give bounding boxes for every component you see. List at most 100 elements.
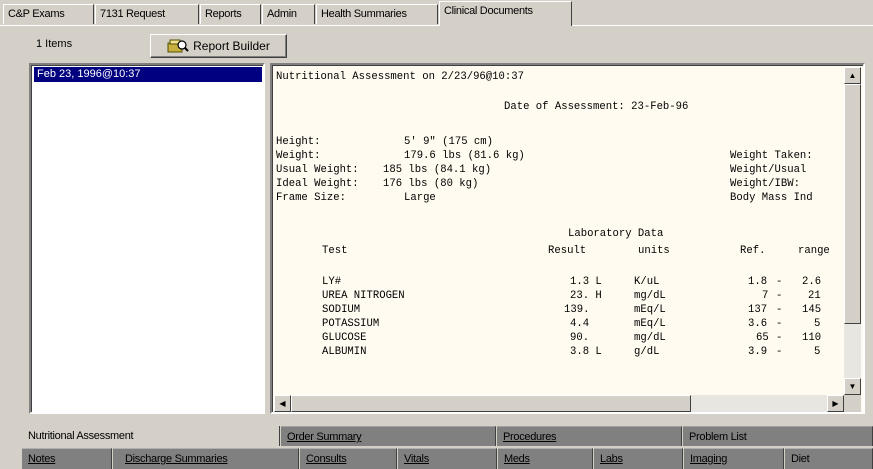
lab-dash: - xyxy=(776,290,783,302)
measure-right: Weight Taken: xyxy=(730,150,813,162)
lab-col-units: units xyxy=(638,245,670,257)
items-count-label: 1 Items xyxy=(36,38,73,50)
scroll-down-button[interactable]: ▼ xyxy=(844,378,861,395)
tab-imaging[interactable]: Imaging xyxy=(684,448,784,469)
tab-label: Order Summary xyxy=(287,431,362,443)
lab-ref-low: 3.6 xyxy=(748,318,768,330)
lab-test: SODIUM xyxy=(322,304,361,316)
lab-ref-low: 3.9 xyxy=(748,346,768,358)
report-builder-button[interactable]: Report Builder xyxy=(150,34,287,58)
tab-clinical-documents[interactable]: Clinical Documents xyxy=(439,1,572,26)
tab-diet[interactable]: Diet xyxy=(785,448,873,469)
tab-7131-request[interactable]: 7131 Request xyxy=(95,4,199,24)
tab-label: Labs xyxy=(600,453,623,465)
tab-problem-list[interactable]: Problem List xyxy=(683,426,873,446)
vertical-scrollbar[interactable]: ▲ ▼ xyxy=(844,67,861,395)
lab-units: mEq/L xyxy=(634,304,666,316)
tab-admin[interactable]: Admin xyxy=(262,4,315,24)
lab-result: 23. H xyxy=(570,290,602,302)
tab-meds[interactable]: Meds xyxy=(498,448,593,469)
measure-value: 176 lbs (80 kg) xyxy=(383,178,479,190)
horizontal-scroll-thumb[interactable] xyxy=(291,395,691,412)
tab-reports[interactable]: Reports xyxy=(200,4,261,24)
lab-ref-high: 5 xyxy=(814,346,821,358)
scroll-up-button[interactable]: ▲ xyxy=(844,67,861,84)
tab-nutritional-assessment[interactable]: Nutritional Assessment xyxy=(22,426,280,446)
arrow-down-icon: ▼ xyxy=(848,382,857,391)
measure-value: Large xyxy=(404,192,436,204)
lab-dash: - xyxy=(776,318,783,330)
lab-dash: - xyxy=(776,276,783,288)
tab-label: Procedures xyxy=(503,431,557,443)
measure-value: 5' 9" (175 cm) xyxy=(404,136,494,148)
lab-ref-high: 2.6 xyxy=(802,276,822,288)
lab-dash: - xyxy=(776,304,783,316)
lab-result: 1.3 L xyxy=(570,276,602,288)
tab-discharge-summaries[interactable]: Discharge Summaries xyxy=(113,448,299,469)
arrow-left-icon: ◀ xyxy=(279,399,286,408)
measure-label: Frame Size: xyxy=(276,192,346,204)
lab-col-ref: Ref. xyxy=(740,245,766,257)
document-viewer[interactable]: Nutritional Assessment on 2/23/96@10:37 … xyxy=(270,63,865,414)
lab-test: GLUCOSE xyxy=(322,332,367,344)
measure-label: Ideal Weight: xyxy=(276,178,359,190)
tab-label: Imaging xyxy=(690,453,728,465)
lab-dash: - xyxy=(776,346,783,358)
document-title: Nutritional Assessment on 2/23/96@10:37 xyxy=(276,71,524,83)
lab-units: mEq/L xyxy=(634,318,666,330)
measure-right: Weight/IBW: xyxy=(730,178,800,190)
lab-result: 3.8 L xyxy=(570,346,602,358)
measure-label: Usual Weight: xyxy=(276,164,359,176)
scroll-left-button[interactable]: ◀ xyxy=(274,395,291,412)
report-builder-icon xyxy=(167,37,189,56)
tab-vitals[interactable]: Vitals xyxy=(398,448,497,469)
tab-health-summaries[interactable]: Health Summaries xyxy=(316,4,438,24)
tab-cp-exams[interactable]: C&P Exams xyxy=(3,4,94,24)
lab-test: POTASSIUM xyxy=(322,318,380,330)
tab-label: Problem List xyxy=(689,431,747,443)
scroll-right-button[interactable]: ▶ xyxy=(827,395,844,412)
horizontal-scrollbar[interactable]: ◀ ▶ xyxy=(274,395,844,412)
tab-label: Notes xyxy=(28,453,56,465)
lab-col-test: Test xyxy=(322,245,348,257)
tab-consults[interactable]: Consults xyxy=(300,448,397,469)
lab-ref-low: 1.8 xyxy=(748,276,768,288)
measure-value: 185 lbs (84.1 kg) xyxy=(383,164,492,176)
lab-dash: - xyxy=(776,332,783,344)
list-item[interactable]: Feb 23, 1996@10:37 xyxy=(34,67,262,82)
document-list[interactable]: Feb 23, 1996@10:37 xyxy=(29,63,265,414)
tab-notes[interactable]: Notes xyxy=(22,448,112,469)
measure-label: Weight: xyxy=(276,150,321,162)
tab-label: Meds xyxy=(504,453,530,465)
assessment-date: Date of Assessment: 23-Feb-96 xyxy=(504,101,689,113)
lab-ref-high: 110 xyxy=(802,332,822,344)
measure-right: Body Mass Ind xyxy=(730,192,813,204)
lab-ref-high: 5 xyxy=(814,318,821,330)
document-text: Nutritional Assessment on 2/23/96@10:37 … xyxy=(276,71,846,395)
arrow-right-icon: ▶ xyxy=(832,399,839,408)
lab-test: UREA NITROGEN xyxy=(322,290,405,302)
lab-test: LY# xyxy=(322,276,342,288)
arrow-up-icon: ▲ xyxy=(848,71,857,80)
lab-units: mg/dL xyxy=(634,290,666,302)
lab-ref-low: 7 xyxy=(762,290,769,302)
tab-label: Diet xyxy=(791,453,810,465)
lab-result: 90. xyxy=(570,332,590,344)
lab-units: mg/dL xyxy=(634,332,666,344)
report-builder-label: Report Builder xyxy=(193,39,270,53)
vertical-scroll-thumb[interactable] xyxy=(844,84,861,324)
lab-ref-high: 145 xyxy=(802,304,822,316)
lab-units: K/uL xyxy=(634,276,660,288)
lab-col-range: range xyxy=(798,245,830,257)
lab-result: 4.4 xyxy=(570,318,590,330)
lab-ref-low: 65 xyxy=(756,332,769,344)
tab-procedures[interactable]: Procedures xyxy=(497,426,682,446)
lab-ref-high: 21 xyxy=(808,290,821,302)
measure-label: Height: xyxy=(276,136,321,148)
tab-order-summary[interactable]: Order Summary xyxy=(281,426,496,446)
lab-col-result: Result xyxy=(548,245,587,257)
tab-label: Nutritional Assessment xyxy=(28,430,134,442)
lab-units: g/dL xyxy=(634,346,660,358)
lab-ref-low: 137 xyxy=(748,304,768,316)
tab-labs[interactable]: Labs xyxy=(594,448,683,469)
